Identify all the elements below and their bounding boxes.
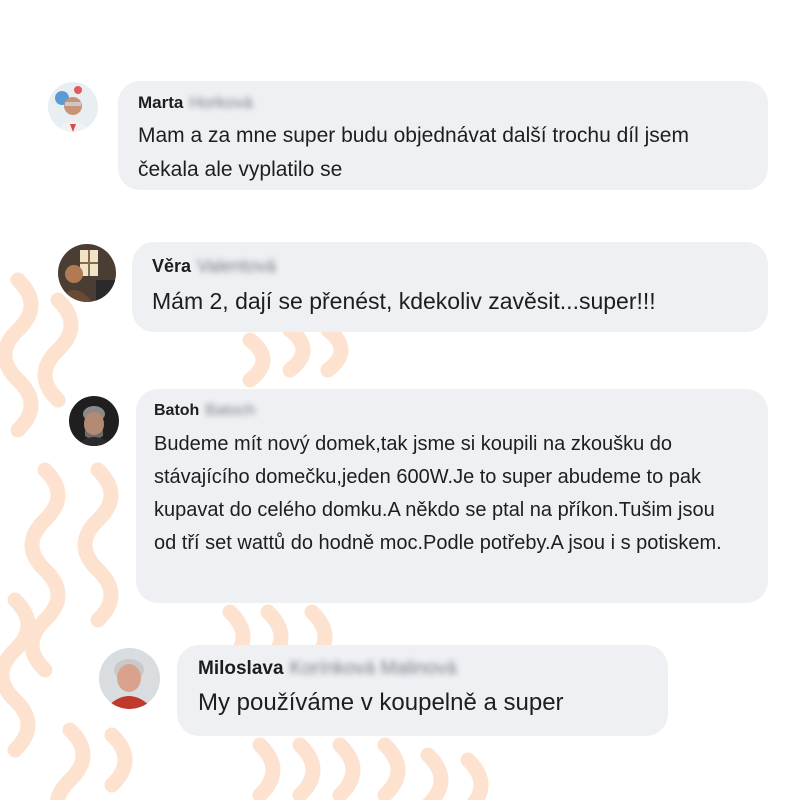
squiggle [242, 332, 271, 388]
squiggle [37, 292, 79, 408]
author-first-name: Marta [138, 93, 184, 112]
squiggle [282, 322, 311, 378]
comment-author[interactable]: Věra Valentová [152, 254, 746, 278]
comment-bubble: Marta Horková Mam a za mne super budu obj… [118, 81, 768, 190]
user-avatar-icon [69, 396, 119, 446]
comment-bubble: Věra Valentová Mám 2, dají se přenést, kd… [132, 242, 768, 332]
squiggle [377, 737, 406, 800]
squiggle [420, 747, 449, 800]
comment-text: Mam a za mne super budu objednávat další… [138, 124, 689, 181]
squiggle [77, 462, 119, 628]
author-first-name: Miloslava [198, 658, 284, 679]
comment-text: Budeme mít nový domek,tak jsme si koupil… [154, 433, 722, 554]
avatar[interactable] [69, 396, 119, 446]
comment-author[interactable]: Miloslava Korínková Malinová [198, 657, 646, 681]
user-avatar-icon [58, 244, 116, 302]
squiggle [104, 727, 133, 793]
comment-text: Mám 2, dají se přenést, kdekoliv zavěsit… [152, 288, 656, 314]
comment-author[interactable]: Batoh Batoch [154, 401, 738, 421]
squiggle [0, 592, 36, 758]
squiggle [320, 322, 349, 378]
squiggle [332, 737, 361, 800]
author-surname-blurred: Batoch [205, 402, 256, 419]
squiggle [292, 737, 321, 800]
user-avatar-icon [48, 82, 98, 132]
author-first-name: Batoh [154, 402, 200, 419]
comment-text: My používáme v koupelně a super [198, 689, 564, 716]
squiggle [24, 462, 66, 678]
squiggle [460, 752, 489, 800]
avatar[interactable] [58, 244, 116, 302]
author-first-name: Věra [152, 256, 192, 276]
comment-author[interactable]: Marta Horková [138, 92, 746, 114]
author-surname-blurred: Horková [189, 93, 253, 112]
author-surname-blurred: Valentová [197, 256, 276, 276]
squiggle [252, 737, 281, 800]
squiggle [49, 722, 91, 800]
avatar[interactable] [48, 82, 98, 132]
comment-bubble: Batoh Batoch Budeme mít nový domek,tak js… [136, 389, 768, 603]
author-surname-blurred: Korínková Malinová [289, 658, 457, 679]
squiggle [0, 272, 39, 438]
comment-bubble: Miloslava Korínková Malinová My používáme… [177, 645, 668, 736]
avatar[interactable] [99, 648, 160, 709]
user-avatar-icon [99, 648, 160, 709]
